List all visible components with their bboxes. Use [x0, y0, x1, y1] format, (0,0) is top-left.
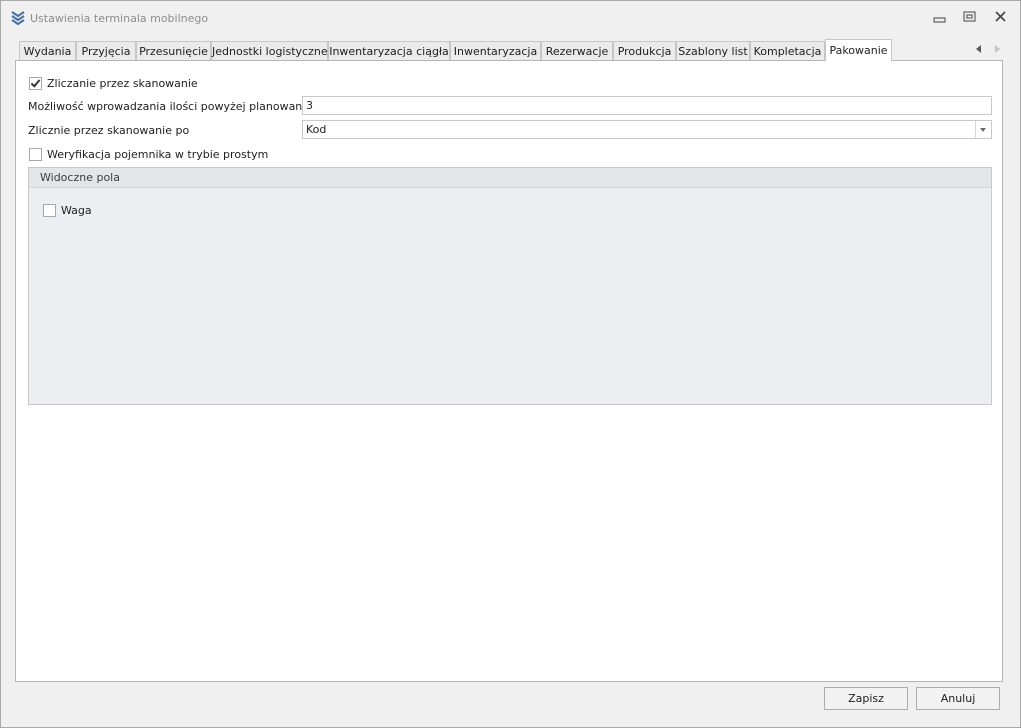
- tab-produkcja[interactable]: Produkcja: [613, 41, 676, 60]
- scan-by-value: Kod: [306, 123, 327, 136]
- scan-counting-label: Zliczanie przez skanowanie: [47, 77, 198, 90]
- tab-inwentaryzacja[interactable]: Inwentaryzacja: [450, 41, 541, 60]
- tab-pakowanie[interactable]: Pakowanie: [825, 39, 892, 61]
- tab-content-panel: Zliczanie przez skanowanie Możliwość wpr…: [15, 60, 1003, 682]
- window-title: Ustawienia terminala mobilnego: [30, 12, 209, 25]
- save-button[interactable]: Zapisz: [824, 687, 908, 710]
- container-verification-checkbox[interactable]: [29, 148, 42, 161]
- tab-kompletacja[interactable]: Kompletacja: [750, 41, 825, 60]
- chevron-down-icon[interactable]: [975, 121, 991, 138]
- tab-scroll-right-icon[interactable]: [992, 44, 1002, 54]
- scan-counting-checkbox[interactable]: [29, 77, 42, 90]
- weight-label: Waga: [61, 204, 92, 217]
- scan-counting-checkbox-row[interactable]: Zliczanie przez skanowanie: [29, 77, 198, 90]
- visible-fields-group: Widoczne pola Waga: [28, 167, 992, 405]
- weight-checkbox[interactable]: [43, 204, 56, 217]
- tab-szablony-list[interactable]: Szablony list: [676, 41, 750, 60]
- tab-przyjecia[interactable]: Przyjęcia: [76, 41, 136, 60]
- app-logo-icon: [11, 11, 25, 26]
- close-icon[interactable]: [992, 9, 1010, 25]
- tab-jednostki-logistyczne[interactable]: Jednostki logistyczne: [211, 41, 328, 60]
- visible-fields-title: Widoczne pola: [29, 168, 991, 188]
- tab-inwentaryzacja-ciagla[interactable]: Inwentaryzacja ciągła: [328, 41, 450, 60]
- over-quantity-label: Możliwość wprowadzania ilości powyżej pl…: [28, 100, 344, 113]
- tab-przesuniecie[interactable]: Przesunięcie: [136, 41, 211, 60]
- restore-icon[interactable]: [961, 9, 979, 25]
- over-quantity-input[interactable]: 3: [302, 96, 992, 115]
- scan-by-select[interactable]: Kod: [302, 120, 992, 139]
- tab-wydania[interactable]: Wydania: [19, 41, 76, 60]
- tab-rezerwacje[interactable]: Rezerwacje: [541, 41, 613, 60]
- weight-checkbox-row[interactable]: Waga: [43, 204, 92, 217]
- container-verification-checkbox-row[interactable]: Weryfikacja pojemnika w trybie prostym: [29, 148, 268, 161]
- minimize-icon[interactable]: [931, 9, 949, 25]
- container-verification-label: Weryfikacja pojemnika w trybie prostym: [47, 148, 269, 161]
- tab-scroll-left-icon[interactable]: [974, 44, 984, 54]
- settings-window: Ustawienia terminala mobilnego Wydania P…: [0, 0, 1021, 728]
- title-bar: Ustawienia terminala mobilnego: [1, 1, 1020, 31]
- cancel-button[interactable]: Anuluj: [916, 687, 1000, 710]
- scan-by-label: Zlicznie przez skanowanie po: [28, 124, 190, 137]
